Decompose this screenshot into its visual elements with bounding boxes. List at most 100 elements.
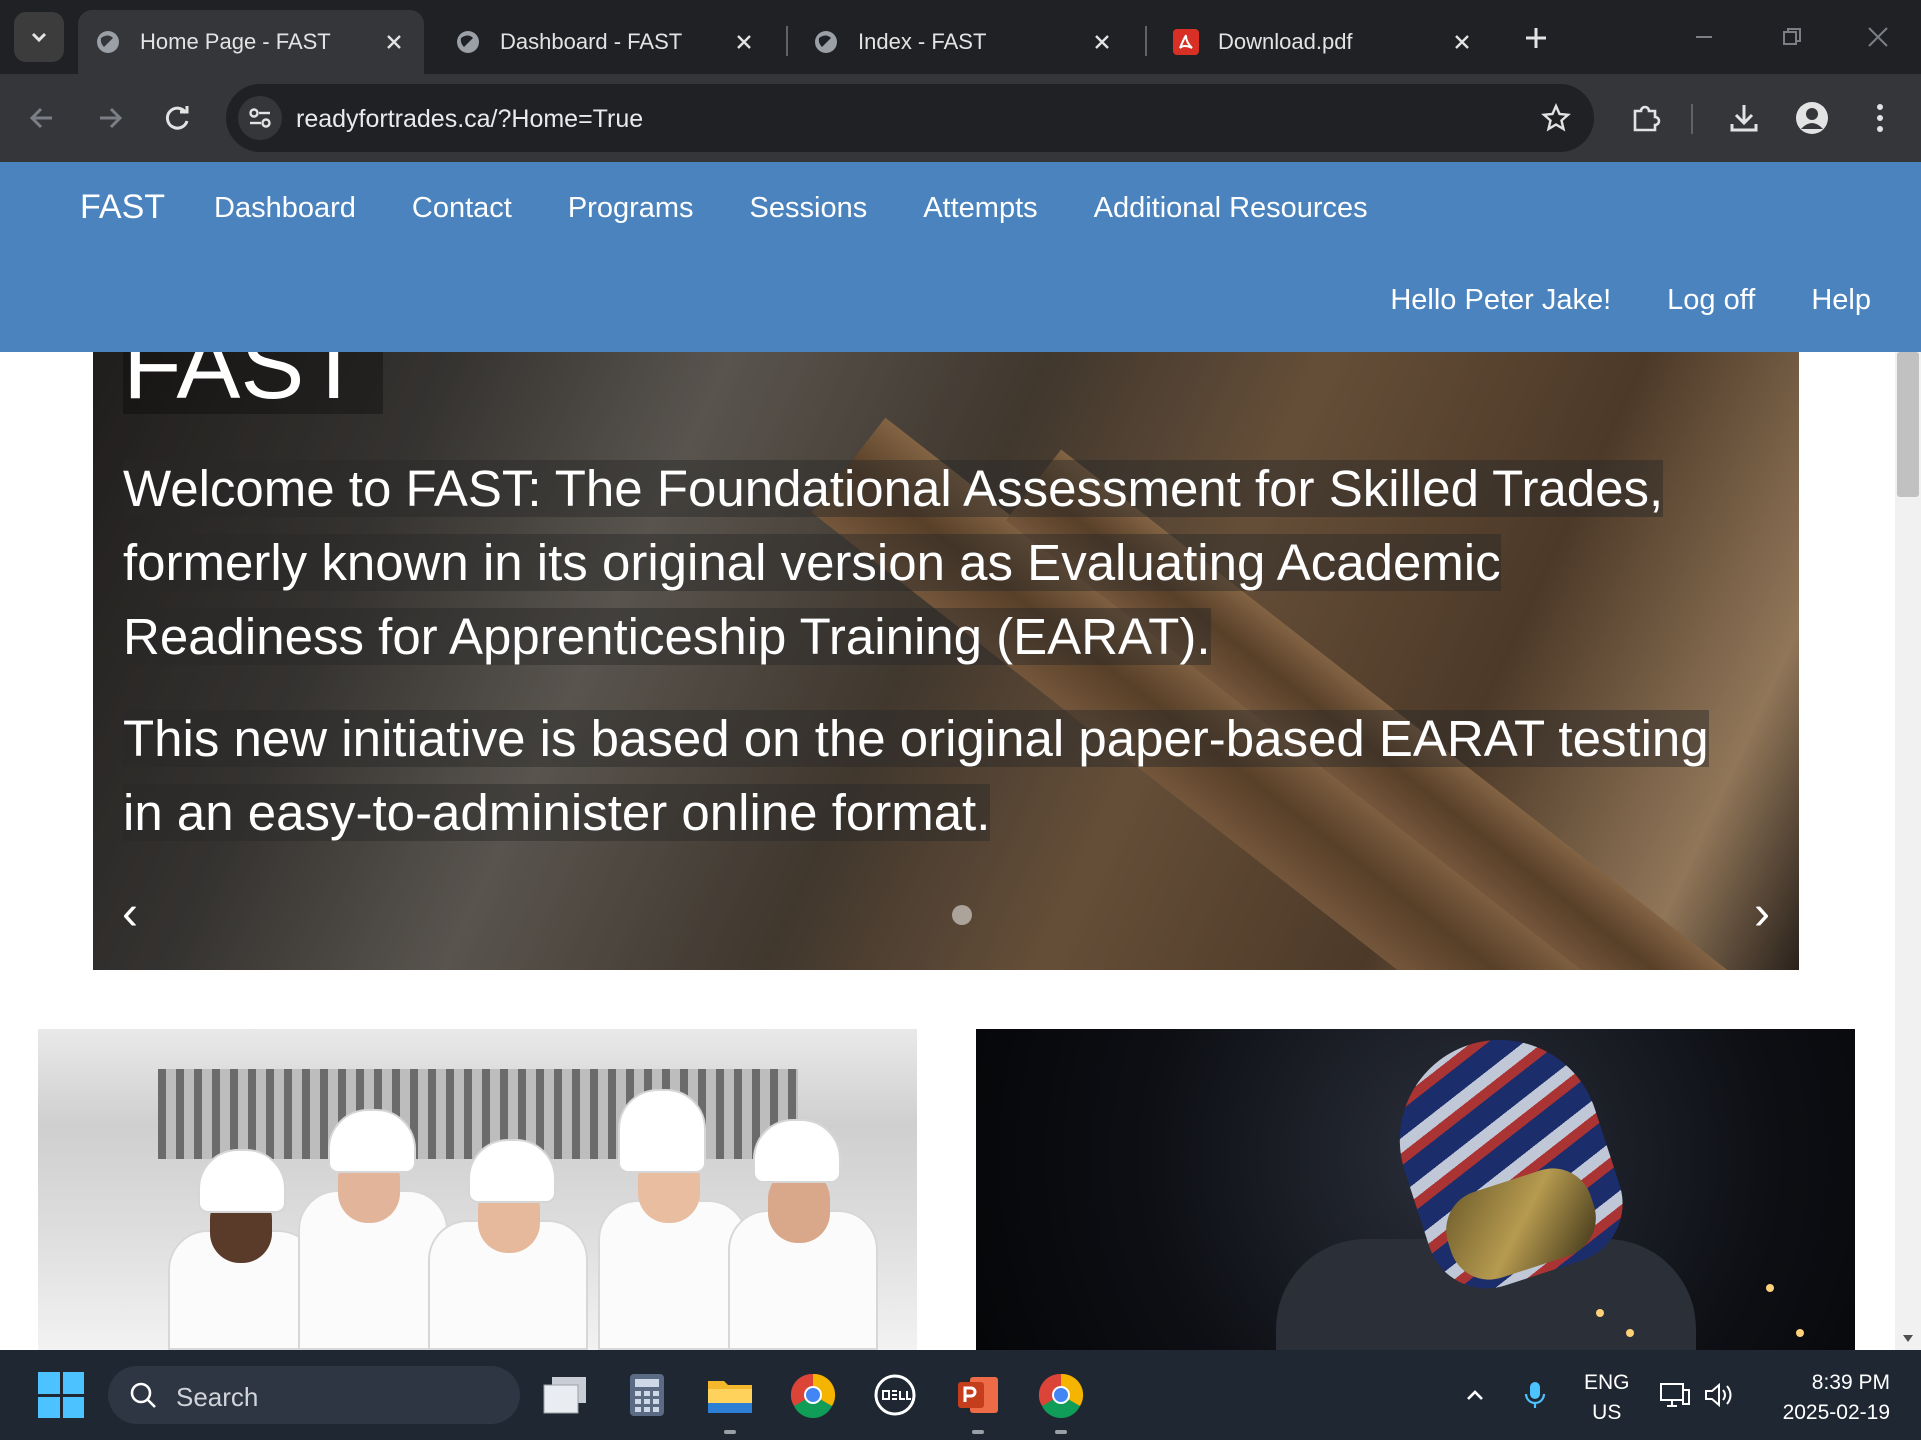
welder-image-card[interactable]	[976, 1029, 1855, 1350]
globe-icon	[812, 28, 840, 56]
tab-index[interactable]: Index - FAST	[796, 10, 1132, 74]
tab-title: Download.pdf	[1218, 29, 1353, 54]
chefs-image-card[interactable]	[38, 1029, 917, 1350]
windows-logo-icon	[62, 1396, 84, 1418]
chef-figure	[618, 1089, 706, 1173]
nav-dashboard[interactable]: Dashboard	[214, 192, 356, 225]
windows-logo-icon	[38, 1396, 60, 1418]
taskbar-calculator[interactable]	[622, 1370, 672, 1420]
close-icon	[1868, 27, 1888, 47]
profile-button[interactable]	[1788, 94, 1836, 142]
speaker-icon	[1705, 1382, 1732, 1408]
carousel-next-button[interactable]: ›	[1737, 886, 1787, 940]
search-label: Search	[176, 1382, 259, 1412]
plus-icon	[1526, 28, 1546, 48]
help-link[interactable]: Help	[1811, 284, 1871, 317]
downloads-button[interactable]	[1720, 94, 1768, 142]
calculator-icon	[630, 1374, 664, 1416]
chef-figure	[468, 1139, 556, 1203]
windows-logo-icon	[38, 1372, 60, 1394]
taskbar-clock[interactable]: 8:39 PM 2025-02-19	[1760, 1368, 1890, 1428]
running-indicator	[972, 1430, 984, 1434]
taskbar-search-box[interactable]: Search	[108, 1366, 520, 1424]
main-nav: Dashboard Contact Programs Sessions Atte…	[214, 192, 1368, 225]
volume-button[interactable]	[1702, 1378, 1736, 1412]
restore-button[interactable]	[1762, 14, 1822, 60]
carousel-paragraph: This new initiative is based on the orig…	[123, 702, 1743, 850]
chrome-icon	[790, 1373, 836, 1418]
close-icon[interactable]	[380, 28, 408, 56]
nav-attempts[interactable]: Attempts	[923, 192, 1037, 225]
tab-home-page[interactable]: Home Page - FAST	[78, 10, 424, 74]
carousel-indicator[interactable]	[952, 905, 972, 925]
tab-search-button[interactable]	[14, 12, 64, 62]
nav-contact[interactable]: Contact	[412, 192, 512, 225]
browser-tab-strip: Home Page - FAST Dashboard - FAST Index …	[0, 0, 1921, 74]
page-scrollbar[interactable]	[1895, 352, 1921, 1350]
site-navbar: FAST Dashboard Contact Programs Sessions…	[0, 162, 1921, 352]
user-greeting-link[interactable]: Hello Peter Jake!	[1390, 284, 1611, 317]
scroll-down-icon[interactable]	[1903, 1335, 1913, 1342]
toolbar-divider	[1691, 104, 1693, 134]
powerpoint-icon	[958, 1377, 998, 1413]
chef-figure	[753, 1119, 841, 1183]
nav-sessions[interactable]: Sessions	[750, 192, 868, 225]
tab-dashboard[interactable]: Dashboard - FAST	[438, 10, 774, 74]
browser-toolbar: readyfortrades.ca/?Home=True	[0, 74, 1921, 162]
carousel-paragraph-text: Welcome to FAST: The Foundational Assess…	[123, 460, 1664, 665]
close-icon[interactable]	[1088, 28, 1116, 56]
arrow-left-icon	[29, 107, 52, 129]
microphone-button[interactable]	[1518, 1378, 1552, 1412]
taskbar-chrome[interactable]	[788, 1370, 838, 1420]
chevron-down-icon	[31, 32, 47, 43]
logoff-link[interactable]: Log off	[1667, 284, 1755, 317]
show-hidden-icons-button[interactable]	[1458, 1378, 1492, 1412]
tune-icon	[249, 108, 271, 128]
taskbar-powerpoint[interactable]	[953, 1370, 1003, 1434]
carousel-prev-button[interactable]: ‹	[105, 886, 155, 940]
chef-figure	[328, 1109, 416, 1173]
hero-carousel: FAST Welcome to FAST: The Foundational A…	[93, 352, 1799, 970]
taskbar-chrome-active[interactable]	[1036, 1370, 1086, 1434]
close-icon[interactable]	[730, 28, 758, 56]
arrow-right-icon	[100, 107, 123, 129]
back-button[interactable]	[18, 94, 66, 142]
nav-programs[interactable]: Programs	[568, 192, 694, 225]
reload-button[interactable]	[154, 94, 202, 142]
language-region: US	[1592, 1401, 1622, 1424]
site-info-button[interactable]	[238, 96, 282, 140]
spark-graphic	[1626, 1329, 1634, 1337]
taskbar-dell[interactable]	[870, 1370, 920, 1420]
running-indicator	[1055, 1430, 1067, 1434]
more-vertical-icon	[1877, 104, 1883, 132]
chef-figure	[198, 1149, 286, 1213]
extensions-button[interactable]	[1622, 94, 1670, 142]
clock-date: 2025-02-19	[1782, 1401, 1890, 1424]
spark-graphic	[1796, 1329, 1804, 1337]
star-icon	[1541, 103, 1571, 132]
start-button[interactable]	[38, 1372, 84, 1418]
scrollbar-thumb[interactable]	[1897, 352, 1919, 497]
new-tab-button[interactable]	[1518, 20, 1554, 56]
bookmark-star-button[interactable]	[1538, 100, 1574, 136]
nav-additional-resources[interactable]: Additional Resources	[1094, 192, 1368, 225]
address-bar[interactable]: readyfortrades.ca/?Home=True	[226, 84, 1594, 152]
tab-separator	[1145, 26, 1147, 56]
chevron-right-icon: ›	[1754, 886, 1770, 940]
pdf-icon	[1172, 28, 1200, 56]
minimize-button[interactable]	[1674, 14, 1734, 60]
taskbar-file-explorer[interactable]	[705, 1370, 755, 1434]
close-icon[interactable]	[1448, 28, 1476, 56]
taskbar-task-view[interactable]	[540, 1370, 590, 1420]
chrome-icon	[1038, 1373, 1084, 1418]
forward-button[interactable]	[86, 94, 134, 142]
brand-link[interactable]: FAST	[80, 188, 165, 227]
folder-icon	[708, 1381, 752, 1413]
browser-menu-button[interactable]	[1856, 94, 1904, 142]
language-indicator[interactable]: ENG US	[1584, 1368, 1630, 1428]
close-window-button[interactable]	[1848, 14, 1908, 60]
network-button[interactable]	[1658, 1378, 1692, 1412]
tab-download-pdf[interactable]: Download.pdf	[1156, 10, 1492, 74]
network-icon	[1660, 1383, 1690, 1407]
chevron-left-icon: ‹	[122, 886, 138, 940]
